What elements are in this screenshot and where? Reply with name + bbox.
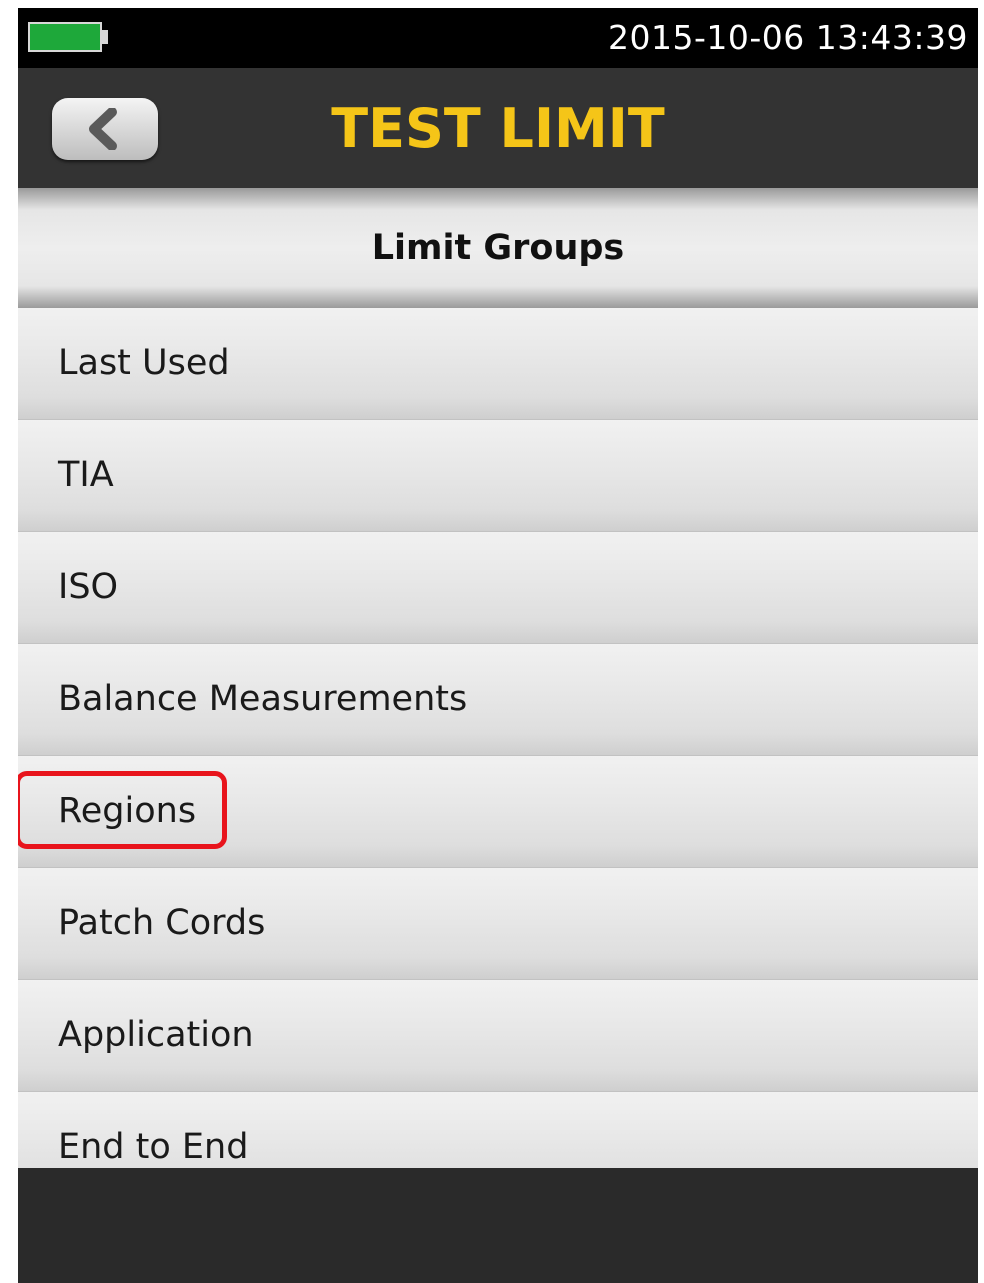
battery-icon bbox=[28, 22, 102, 52]
list-item-regions[interactable]: Regions bbox=[18, 756, 978, 868]
battery-terminal bbox=[102, 30, 108, 44]
list-item-application[interactable]: Application bbox=[18, 980, 978, 1092]
list-item-label: ISO bbox=[58, 567, 119, 607]
list-item-patch-cords[interactable]: Patch Cords bbox=[18, 868, 978, 980]
highlight-box bbox=[18, 771, 227, 849]
section-header: Limit Groups bbox=[18, 188, 978, 308]
list-item-end-to-end[interactable]: End to End bbox=[18, 1092, 978, 1168]
limit-group-list: Last Used TIA ISO Balance Measurements R… bbox=[18, 308, 978, 1168]
section-title: Limit Groups bbox=[371, 228, 625, 268]
list-item-iso[interactable]: ISO bbox=[18, 532, 978, 644]
list-item-label: Balance Measurements bbox=[58, 679, 468, 719]
list-item-label: Application bbox=[58, 1015, 254, 1055]
list-item-balance-measurements[interactable]: Balance Measurements bbox=[18, 644, 978, 756]
datetime: 2015-10-06 13:43:39 bbox=[608, 18, 968, 57]
list-item-tia[interactable]: TIA bbox=[18, 420, 978, 532]
footer-bar bbox=[18, 1168, 978, 1283]
title-bar: TEST LIMIT bbox=[18, 68, 978, 188]
status-bar: 2015-10-06 13:43:39 bbox=[18, 8, 978, 68]
list-item-label: End to End bbox=[58, 1127, 249, 1167]
device-screen: 2015-10-06 13:43:39 TEST LIMIT Limit Gro… bbox=[18, 8, 978, 1283]
list-item-last-used[interactable]: Last Used bbox=[18, 308, 978, 420]
list-item-label: TIA bbox=[58, 455, 114, 495]
list-item-label: Patch Cords bbox=[58, 903, 266, 943]
list-item-label: Last Used bbox=[58, 343, 230, 383]
page-title: TEST LIMIT bbox=[331, 97, 665, 160]
